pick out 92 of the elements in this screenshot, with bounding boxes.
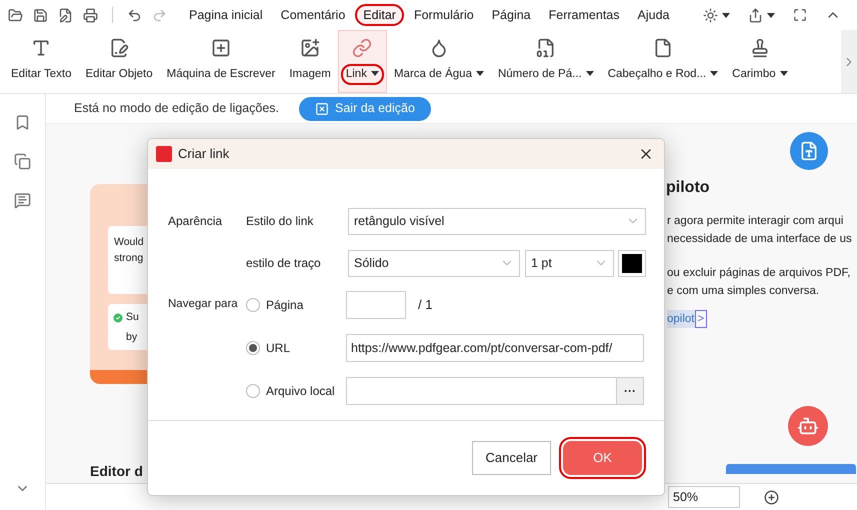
tool-label: Imagem <box>288 66 332 82</box>
document-link[interactable]: opilot <box>667 310 694 328</box>
caret-icon <box>710 71 718 76</box>
image-plus-icon <box>300 38 320 58</box>
toolbar-button[interactable]: Editar Texto <box>4 30 79 93</box>
zoom-field[interactable]: 50% <box>668 486 740 508</box>
line-width-dropdown[interactable]: 1 pt <box>525 250 614 276</box>
caret-icon <box>586 71 594 76</box>
link-rectangle[interactable]: > <box>694 310 708 328</box>
caret-icon <box>476 71 484 76</box>
caret-icon <box>780 71 788 76</box>
tool-label: Máquina de Escrever <box>166 66 276 82</box>
bookmark-icon[interactable] <box>14 114 31 131</box>
folder-open-icon[interactable] <box>8 8 23 22</box>
toolbar-button[interactable]: Cabeçalho e Rod... <box>600 30 726 93</box>
browse-button[interactable]: ··· <box>617 377 644 405</box>
menu-item[interactable]: Formulário <box>406 4 482 26</box>
field-label: Estilo do link <box>246 213 314 230</box>
tool-label: Número de Pá... <box>492 64 599 86</box>
convert-icon <box>799 141 819 161</box>
convert-word-button[interactable] <box>790 132 828 170</box>
file-path-field[interactable] <box>346 377 617 405</box>
menu-item[interactable]: Pagina inicial <box>181 4 271 26</box>
document-text: ou excluir páginas de arquivos PDF, <box>667 266 852 281</box>
radio-button[interactable] <box>246 341 260 355</box>
field-label: estilo de traço <box>246 255 322 272</box>
card-text: by <box>126 330 138 345</box>
card-text: strong <box>114 251 144 266</box>
brightness-icon[interactable] <box>703 8 718 22</box>
file-icon <box>652 38 673 58</box>
toolbar-button[interactable]: Editar Objeto <box>78 30 160 93</box>
robot-icon <box>797 415 819 437</box>
toolbar-button[interactable]: Marca de Água <box>386 30 491 93</box>
mode-message: Está no modo de edição de ligações. <box>74 100 279 118</box>
menu-item[interactable]: Ferramentas <box>540 4 628 26</box>
link-icon <box>352 38 372 58</box>
document-heading: piloto <box>666 178 710 198</box>
url-field[interactable]: https://www.pdfgear.com/pt/conversar-com-pdf/ <box>346 334 644 362</box>
link-style-dropdown[interactable]: retângulo visível <box>348 208 646 234</box>
caret-icon <box>370 71 379 76</box>
document-text: r agora permite interagir com arqui <box>667 214 844 229</box>
radio-label: Página <box>266 297 304 314</box>
document-text: necessidade de uma interface de us <box>667 232 852 247</box>
tool-label: Editar Texto <box>10 66 73 82</box>
file-pen-icon <box>109 38 130 58</box>
document-heading: Editor d <box>90 464 143 476</box>
section-label: Aparência <box>168 213 224 230</box>
card-text: Would <box>114 235 144 250</box>
share-icon[interactable] <box>748 8 763 22</box>
close-box-icon <box>315 102 329 116</box>
radio-button[interactable] <box>246 384 260 398</box>
menu-item[interactable]: Comentário <box>272 4 354 26</box>
text-icon <box>31 38 52 58</box>
stamp-icon <box>750 38 770 58</box>
check-icon <box>112 312 124 324</box>
menu-item[interactable]: Ajuda <box>630 4 678 26</box>
pages-icon[interactable] <box>14 153 31 170</box>
save-icon[interactable] <box>33 8 48 22</box>
tool-label: Cabeçalho e Rod... <box>602 64 724 86</box>
menu-item[interactable]: Editar <box>355 4 404 26</box>
cancel-button[interactable]: Cancelar <box>472 441 551 475</box>
card-text: Su <box>126 310 139 325</box>
tool-label: Link <box>340 64 384 86</box>
app-logo-icon <box>156 146 172 162</box>
radio-button[interactable] <box>246 298 260 312</box>
radio-label: URL <box>266 340 290 357</box>
document-text: e com uma simples conversa. <box>667 284 820 299</box>
dialog-title: Criar link <box>178 145 230 164</box>
tool-label: Editar Objeto <box>84 66 154 82</box>
caret-icon <box>722 12 730 18</box>
menu-item[interactable]: Página <box>484 4 539 26</box>
save-edit-icon[interactable] <box>58 8 73 22</box>
toolbar-button[interactable]: Máquina de Escrever <box>160 30 282 93</box>
tool-label: Marca de Água <box>388 64 489 86</box>
toolbar-button[interactable]: Link <box>338 30 387 93</box>
fullscreen-icon[interactable] <box>793 8 807 22</box>
page-count: / 1 <box>418 296 432 314</box>
section-label: Navegar para <box>168 297 239 312</box>
toolbar-button[interactable]: Carimbo <box>725 30 795 93</box>
line-style-dropdown[interactable]: Sólido <box>348 250 520 276</box>
toolbar-button[interactable]: Imagem <box>282 30 338 93</box>
radio-label: Arquivo local <box>266 383 335 400</box>
color-picker[interactable] <box>618 250 646 276</box>
comment-icon[interactable] <box>14 192 31 209</box>
page-field[interactable] <box>346 291 406 319</box>
caret-icon <box>767 12 775 18</box>
toolbar-button[interactable]: Número de Pá... <box>490 30 601 93</box>
zoom-in-icon[interactable] <box>764 490 779 504</box>
print-icon[interactable] <box>83 8 98 22</box>
undo-icon[interactable] <box>127 8 142 22</box>
assistant-button[interactable] <box>788 406 828 446</box>
tool-label: Carimbo <box>727 64 793 86</box>
